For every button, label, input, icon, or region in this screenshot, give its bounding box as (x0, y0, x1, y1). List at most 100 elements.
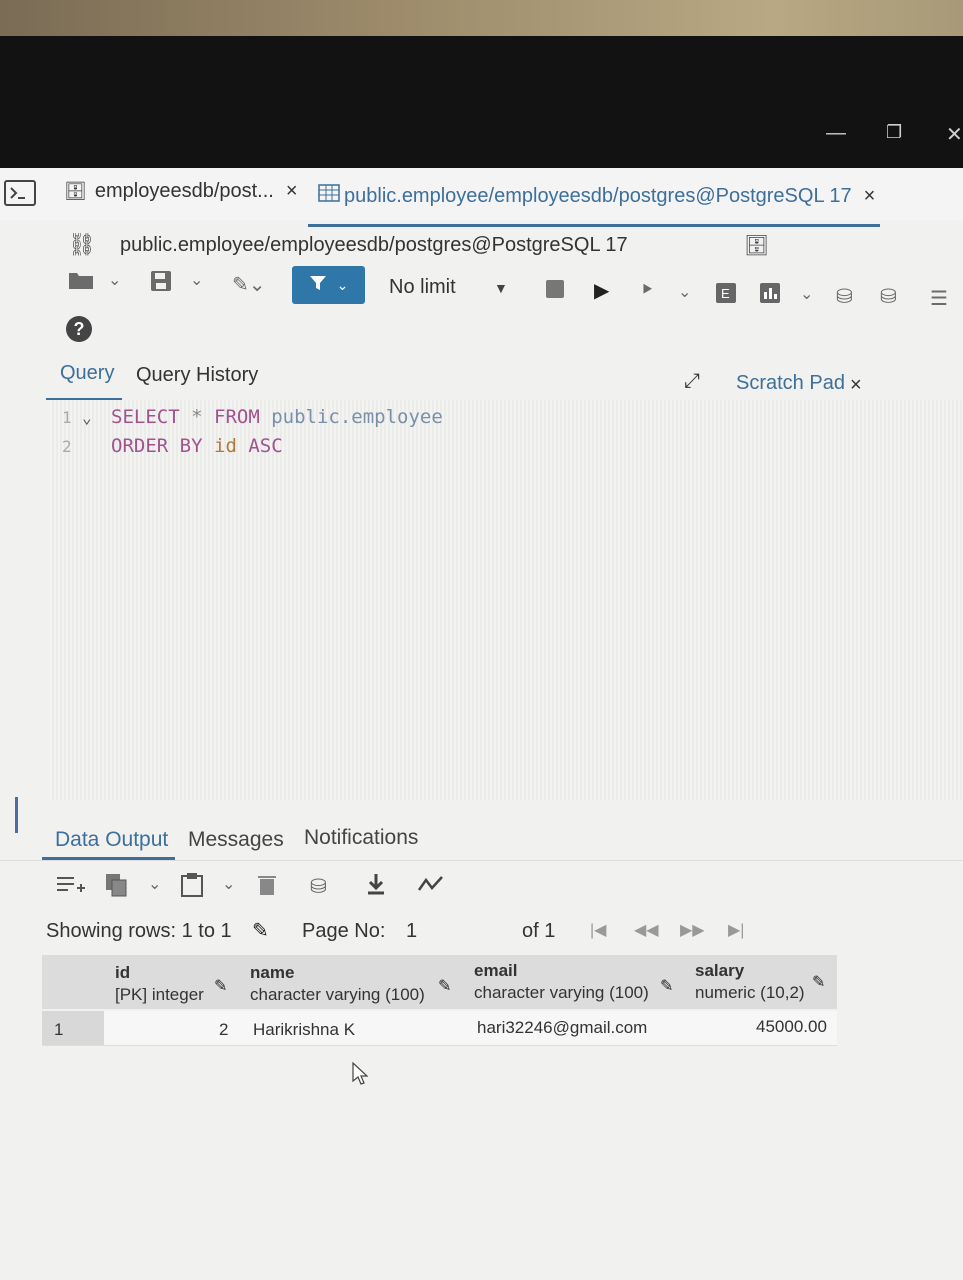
save-icon[interactable] (150, 270, 172, 298)
column-header-id[interactable]: id [PK] integer (115, 962, 204, 1006)
last-page-icon[interactable]: ▶| (728, 920, 744, 940)
edit-column-icon[interactable]: ✎ (214, 976, 227, 996)
download-icon[interactable] (366, 872, 386, 902)
column-identifier: id (214, 435, 237, 457)
stop-icon[interactable] (546, 280, 564, 304)
edit-column-icon[interactable]: ✎ (812, 972, 825, 992)
page-no-input[interactable]: 1 (406, 920, 417, 943)
mouse-cursor-icon (352, 1061, 369, 1092)
column-type: character varying (100) (250, 985, 425, 1004)
first-page-icon[interactable]: |◀ (590, 920, 606, 940)
connection-status-icon[interactable]: ⛓ (68, 232, 96, 258)
cell-name[interactable]: Harikrishna K (253, 1020, 355, 1040)
table-icon (318, 184, 340, 208)
column-name: name (250, 963, 295, 982)
tab-notifications[interactable]: Notifications (304, 826, 418, 850)
keyword-from: FROM (214, 406, 260, 428)
table-identifier: public.employee (271, 406, 443, 428)
row-number: 1 (54, 1020, 64, 1039)
column-name: salary (695, 961, 745, 980)
column-name: email (474, 961, 518, 980)
tab-label: employeesdb/post... (94, 180, 274, 202)
svg-text:E: E (721, 286, 730, 301)
chevron-down-icon[interactable]: ⌄ (222, 874, 235, 894)
next-page-icon[interactable]: ▶▶ (680, 920, 705, 940)
expand-icon[interactable]: ⤢ (684, 370, 700, 393)
column-name: id (115, 963, 131, 982)
edit-column-icon[interactable]: ✎ (660, 976, 673, 996)
filter-icon (309, 274, 327, 297)
paste-icon[interactable] (180, 872, 204, 904)
minimize-button[interactable]: — (826, 122, 846, 145)
row-limit-select[interactable]: No limit (389, 276, 456, 299)
cell-id[interactable]: 2 (219, 1020, 228, 1040)
open-file-icon[interactable] (68, 270, 94, 296)
table-row[interactable] (42, 1011, 837, 1046)
output-tabs: Data Output Messages Notifications (0, 822, 963, 862)
edit-column-icon[interactable]: ✎ (438, 976, 451, 996)
tab-employeesdb[interactable]: 🗄 employeesdb/post... × (64, 180, 298, 203)
column-header-email[interactable]: email character varying (100) (474, 960, 649, 1004)
chevron-down-icon[interactable]: ⌄ (148, 874, 161, 894)
query-toolbar: ⌄ ⌄ ✎⌄ (0, 262, 963, 312)
tab-query-history[interactable]: Query History (136, 364, 258, 387)
connection-label[interactable]: public.employee/employeesdb/postgres@Pos… (120, 234, 628, 257)
delete-icon[interactable] (258, 874, 276, 902)
restore-button[interactable]: ❐ (886, 122, 902, 143)
sql-editor[interactable] (50, 400, 963, 800)
chevron-down-icon[interactable]: ⌄ (108, 270, 121, 290)
close-tab-icon[interactable]: × (864, 185, 876, 208)
previous-page-icon[interactable]: ◀◀ (634, 920, 659, 940)
cell-email[interactable]: hari32246@gmail.com (477, 1018, 647, 1038)
tab-scratch-pad[interactable]: Scratch Pad (736, 372, 845, 395)
column-header-name[interactable]: name character varying (100) (250, 962, 425, 1006)
copy-icon[interactable] (104, 872, 130, 904)
save-data-icon[interactable]: ⛁ (310, 874, 327, 899)
database-icon: 🗄 (64, 181, 87, 201)
chevron-down-icon[interactable]: ⌄ (800, 284, 813, 304)
edit-pager-icon[interactable]: ✎ (252, 918, 269, 943)
rollback-icon[interactable]: ⛁ (880, 284, 897, 309)
keyword-by: BY (179, 435, 203, 457)
chevron-down-icon[interactable]: ⌄ (678, 282, 691, 302)
cell-salary[interactable]: 45000.00 (756, 1017, 827, 1037)
graph-visualiser-icon[interactable] (417, 874, 444, 900)
column-type: character varying (100) (474, 983, 649, 1002)
filter-button[interactable]: ⌄ (292, 266, 365, 304)
tab-messages[interactable]: Messages (188, 828, 284, 852)
rows-summary: Showing rows: 1 to 1 (46, 920, 232, 942)
line-number: 2 (62, 437, 72, 456)
column-header-salary[interactable]: salary numeric (10,2) (695, 960, 805, 1004)
keyword-asc: ASC (248, 435, 283, 457)
chevron-down-icon[interactable]: ⌄ (190, 270, 203, 290)
execute-selection-icon[interactable]: ⯈ (640, 280, 654, 301)
chevron-down-icon: ⌄ (336, 276, 349, 293)
commit-icon[interactable]: ⛁ (836, 284, 853, 309)
tab-label: public.employee/employeesdb/postgres@Pos… (344, 184, 852, 207)
terminal-icon[interactable] (4, 180, 36, 206)
tab-query[interactable]: Query (60, 362, 114, 385)
edit-icon[interactable]: ✎⌄ (232, 272, 266, 297)
close-tab-icon[interactable]: × (286, 180, 298, 203)
help-icon[interactable]: ? (66, 316, 92, 342)
column-type: numeric (10,2) (695, 983, 805, 1002)
add-row-icon[interactable] (56, 874, 86, 902)
row-number-cell[interactable] (42, 1011, 104, 1045)
tab-public-employee[interactable]: public.employee/employeesdb/postgres@Pos… (318, 184, 875, 208)
server-icon[interactable]: 🗄 (744, 233, 769, 258)
tab-bar: 🗄 employeesdb/post... × public.employee/… (0, 168, 963, 220)
limit-dropdown-icon[interactable]: ▼ (494, 280, 508, 296)
macros-icon[interactable]: ☰ (930, 286, 948, 311)
operator-star: * (191, 406, 203, 428)
explain-icon[interactable]: E (716, 283, 736, 309)
close-window-button[interactable]: ✕ (946, 122, 963, 147)
code-line-1: SELECT * FROM public.employee (111, 406, 443, 428)
tab-data-output[interactable]: Data Output (55, 828, 168, 852)
explain-analyze-icon[interactable] (760, 283, 780, 309)
close-scratch-pad-icon[interactable]: × (850, 374, 862, 397)
fold-chevron-icon[interactable]: ⌄ (82, 408, 92, 427)
monitor-bezel (0, 36, 963, 172)
query-tabs: Query Query History ⤢ Scratch Pad × (0, 360, 963, 400)
page-no-label: Page No: (302, 920, 386, 942)
execute-icon[interactable]: ▶ (594, 278, 609, 303)
